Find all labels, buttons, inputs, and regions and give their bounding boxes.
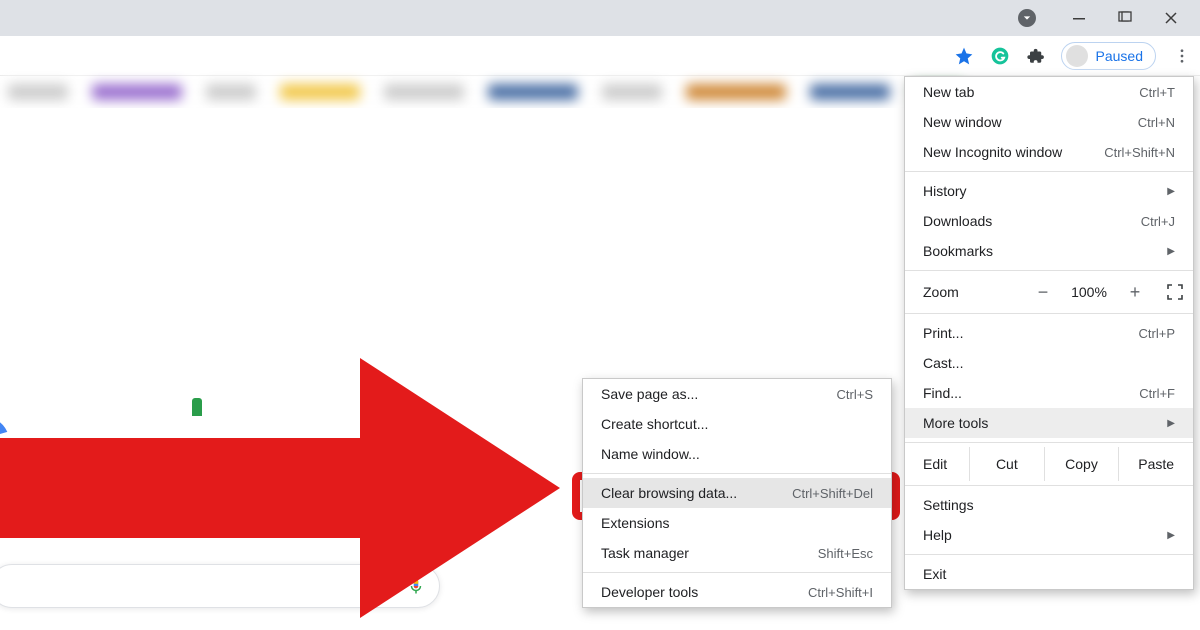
profile-paused-button[interactable]: Paused (1061, 42, 1156, 70)
google-logo-fragment (192, 398, 202, 416)
menu-more-tools[interactable]: More tools ▶ (905, 408, 1193, 438)
extensions-puzzle-icon[interactable] (1025, 45, 1047, 67)
menu-shortcut: Shift+Esc (818, 546, 873, 561)
menu-shortcut: Ctrl+Shift+I (808, 585, 873, 600)
menu-shortcut: Ctrl+P (1139, 326, 1175, 341)
edit-label: Edit (905, 456, 969, 472)
menu-label: Exit (923, 566, 946, 582)
menu-exit[interactable]: Exit (905, 559, 1193, 589)
menu-label: Extensions (601, 515, 669, 531)
menu-label: Find... (923, 385, 962, 401)
menu-downloads[interactable]: Downloads Ctrl+J (905, 206, 1193, 236)
submenu-task-manager[interactable]: Task manager Shift+Esc (583, 538, 891, 568)
menu-shortcut: Ctrl+F (1139, 386, 1175, 401)
submenu-save-page[interactable]: Save page as... Ctrl+S (583, 379, 891, 409)
menu-separator (583, 473, 891, 474)
menu-label: More tools (923, 415, 988, 431)
menu-zoom-row: Zoom − 100% + (905, 275, 1193, 309)
grammarly-extension-icon[interactable] (989, 45, 1011, 67)
menu-label: Developer tools (601, 584, 698, 600)
menu-separator (905, 313, 1193, 314)
submenu-developer-tools[interactable]: Developer tools Ctrl+Shift+I (583, 577, 891, 607)
edit-paste-button[interactable]: Paste (1118, 447, 1193, 481)
menu-separator (905, 270, 1193, 271)
menu-label: Downloads (923, 213, 992, 229)
submenu-extensions[interactable]: Extensions (583, 508, 891, 538)
maximize-button[interactable] (1102, 0, 1148, 36)
zoom-in-button[interactable]: + (1121, 282, 1149, 303)
menu-new-window[interactable]: New window Ctrl+N (905, 107, 1193, 137)
menu-label: Save page as... (601, 386, 698, 402)
menu-label: New window (923, 114, 1002, 130)
zoom-label: Zoom (923, 284, 959, 300)
menu-new-incognito[interactable]: New Incognito window Ctrl+Shift+N (905, 137, 1193, 167)
menu-separator (905, 171, 1193, 172)
menu-label: Help (923, 527, 952, 543)
menu-shortcut: Ctrl+J (1141, 214, 1175, 229)
submenu-create-shortcut[interactable]: Create shortcut... (583, 409, 891, 439)
profile-avatar-icon (1066, 45, 1088, 67)
browser-toolbar: Paused (0, 36, 1200, 76)
submenu-arrow-icon: ▶ (1167, 246, 1175, 257)
submenu-arrow-icon: ▶ (1167, 186, 1175, 197)
menu-new-tab[interactable]: New tab Ctrl+T (905, 77, 1193, 107)
menu-settings[interactable]: Settings (905, 490, 1193, 520)
menu-separator (905, 554, 1193, 555)
more-menu-button[interactable] (1170, 44, 1194, 68)
submenu-arrow-icon: ▶ (1167, 530, 1175, 541)
menu-find[interactable]: Find... Ctrl+F (905, 378, 1193, 408)
edit-copy-button[interactable]: Copy (1044, 447, 1119, 481)
submenu-clear-browsing-data[interactable]: Clear browsing data... Ctrl+Shift+Del (583, 478, 891, 508)
menu-label: Create shortcut... (601, 416, 708, 432)
menu-help[interactable]: Help ▶ (905, 520, 1193, 550)
menu-edit-row: Edit Cut Copy Paste (905, 447, 1193, 481)
menu-shortcut: Ctrl+T (1139, 85, 1175, 100)
submenu-arrow-icon: ▶ (1167, 418, 1175, 429)
close-button[interactable] (1148, 0, 1194, 36)
window-titlebar (0, 0, 1200, 36)
menu-label: Settings (923, 497, 974, 513)
menu-separator (905, 485, 1193, 486)
menu-cast[interactable]: Cast... (905, 348, 1193, 378)
menu-shortcut: Ctrl+S (837, 387, 873, 402)
zoom-value: 100% (1067, 284, 1111, 300)
menu-label: Task manager (601, 545, 689, 561)
menu-label: Name window... (601, 446, 700, 462)
menu-separator (583, 572, 891, 573)
menu-label: Bookmarks (923, 243, 993, 259)
menu-label: Cast... (923, 355, 963, 371)
submenu-name-window[interactable]: Name window... (583, 439, 891, 469)
menu-label: New tab (923, 84, 974, 100)
menu-label: New Incognito window (923, 144, 1062, 160)
tutorial-arrow-annotation (0, 358, 570, 618)
chrome-main-menu: New tab Ctrl+T New window Ctrl+N New Inc… (904, 76, 1194, 590)
menu-history[interactable]: History ▶ (905, 176, 1193, 206)
bookmark-star-icon[interactable] (953, 45, 975, 67)
menu-label: History (923, 183, 967, 199)
fullscreen-icon[interactable] (1167, 284, 1183, 300)
menu-print[interactable]: Print... Ctrl+P (905, 318, 1193, 348)
menu-shortcut: Ctrl+Shift+N (1104, 145, 1175, 160)
menu-shortcut: Ctrl+N (1138, 115, 1175, 130)
minimize-button[interactable] (1056, 0, 1102, 36)
edit-cut-button[interactable]: Cut (969, 447, 1044, 481)
menu-label: Clear browsing data... (601, 485, 737, 501)
tab-search-icon[interactable] (1018, 9, 1036, 27)
menu-label: Print... (923, 325, 963, 341)
menu-shortcut: Ctrl+Shift+Del (792, 486, 873, 501)
menu-separator (905, 442, 1193, 443)
zoom-out-button[interactable]: − (1029, 282, 1057, 303)
more-tools-submenu: Save page as... Ctrl+S Create shortcut..… (582, 378, 892, 608)
profile-status-label: Paused (1096, 48, 1143, 64)
menu-bookmarks[interactable]: Bookmarks ▶ (905, 236, 1193, 266)
